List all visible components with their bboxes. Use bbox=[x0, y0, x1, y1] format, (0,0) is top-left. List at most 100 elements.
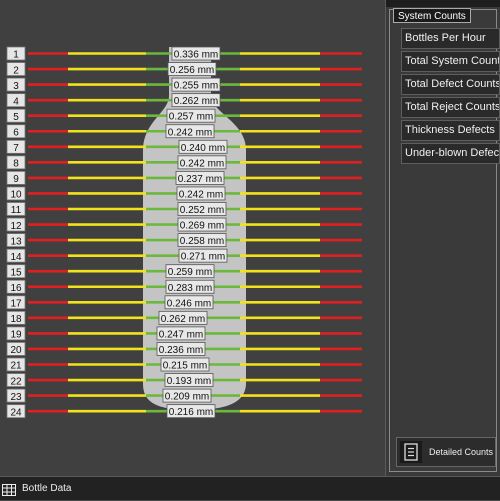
thickness-label: 0.258 mm bbox=[177, 233, 227, 247]
thickness-label: 0.242 mm bbox=[165, 124, 215, 138]
svg-text:12: 12 bbox=[10, 221, 22, 232]
bottle-thickness-diagram: 1234567891011121314151617181920212223240… bbox=[6, 46, 362, 418]
thickness-label: 0.209 mm bbox=[162, 388, 212, 403]
svg-text:0.242 mm: 0.242 mm bbox=[180, 158, 224, 169]
svg-text:0.209 mm: 0.209 mm bbox=[165, 392, 209, 403]
thickness-label: 0.259 mm bbox=[165, 264, 215, 278]
svg-text:0.269 mm: 0.269 mm bbox=[180, 221, 224, 232]
thickness-label: 0.237 mm bbox=[175, 170, 225, 185]
svg-text:4: 4 bbox=[13, 96, 19, 107]
metric-total-reject-counts[interactable]: Total Reject Counts bbox=[401, 97, 500, 118]
thickness-label: 0.242 mm bbox=[176, 186, 226, 200]
svg-text:0.215 mm: 0.215 mm bbox=[163, 361, 207, 372]
svg-text:0.258 mm: 0.258 mm bbox=[180, 236, 224, 247]
svg-text:0.271 mm: 0.271 mm bbox=[181, 252, 225, 263]
panel-header-strip bbox=[386, 0, 500, 7]
svg-text:0.252 mm: 0.252 mm bbox=[180, 205, 224, 216]
detailed-counts-label: Detailed Counts bbox=[429, 447, 494, 457]
svg-text:3: 3 bbox=[13, 81, 19, 92]
svg-text:21: 21 bbox=[10, 361, 22, 372]
thickness-label: 0.240 mm bbox=[178, 139, 228, 154]
svg-text:11: 11 bbox=[11, 205, 22, 216]
bottle-thickness-panel: 1 2 3 4 5 6 7 8 9 10 11 12 13 14 15 16 17 18 19 20 21 22 23 24 0… bbox=[0, 0, 386, 476]
svg-text:0.255 mm: 0.255 mm bbox=[174, 81, 218, 92]
row-number: 11 bbox=[6, 202, 26, 216]
svg-text:0.246 mm: 0.246 mm bbox=[167, 298, 211, 309]
row-number: 13 bbox=[6, 233, 26, 247]
row-number: 15 bbox=[6, 264, 26, 278]
row-number: 18 bbox=[6, 310, 26, 325]
row-number: 5 bbox=[6, 108, 26, 123]
svg-text:19: 19 bbox=[10, 330, 22, 341]
svg-text:0.242 mm: 0.242 mm bbox=[168, 127, 212, 138]
svg-text:16: 16 bbox=[10, 283, 22, 294]
thickness-label: 0.269 mm bbox=[177, 217, 227, 232]
svg-text:0.247 mm: 0.247 mm bbox=[159, 329, 203, 340]
svg-text:22: 22 bbox=[10, 376, 22, 387]
bottle-data-tab[interactable]: Bottle Data bbox=[22, 477, 71, 501]
bottom-tab-bar: Bottle Data bbox=[0, 476, 500, 500]
svg-text:0.193 mm: 0.193 mm bbox=[167, 376, 211, 387]
row-number: 10 bbox=[6, 186, 26, 201]
thickness-label: 0.271 mm bbox=[178, 248, 228, 263]
svg-text:6: 6 bbox=[13, 127, 19, 138]
row-number: 12 bbox=[6, 217, 26, 232]
svg-text:15: 15 bbox=[10, 267, 22, 278]
metric-total-defect-counts[interactable]: Total Defect Counts bbox=[401, 74, 500, 95]
row-number: 8 bbox=[6, 155, 26, 170]
row-number: 21 bbox=[6, 357, 26, 372]
svg-text:2: 2 bbox=[13, 65, 19, 76]
thickness-label: 0.247 mm bbox=[156, 326, 206, 340]
svg-text:0.257 mm: 0.257 mm bbox=[169, 112, 213, 123]
svg-text:0.216 mm: 0.216 mm bbox=[169, 407, 213, 418]
thickness-label: 0.242 mm bbox=[177, 155, 227, 169]
row-number: 14 bbox=[6, 248, 26, 263]
svg-text:0.237 mm: 0.237 mm bbox=[178, 174, 222, 185]
system-counts-title: System Counts bbox=[393, 8, 471, 23]
svg-text:7: 7 bbox=[13, 143, 19, 154]
metric-thickness-defects[interactable]: Thickness Defects bbox=[401, 120, 500, 141]
row-number: 6 bbox=[6, 124, 26, 138]
thickness-label: 0.283 mm bbox=[165, 279, 215, 294]
svg-text:0.336 mm: 0.336 mm bbox=[174, 50, 218, 61]
metric-under-blown-defects[interactable]: Under-blown Defects bbox=[401, 143, 500, 164]
svg-text:8: 8 bbox=[13, 159, 19, 170]
svg-text:18: 18 bbox=[10, 314, 22, 325]
row-number: 3 bbox=[6, 77, 26, 92]
svg-text:0.240 mm: 0.240 mm bbox=[181, 143, 225, 154]
svg-text:0.256 mm: 0.256 mm bbox=[170, 65, 214, 76]
list-icon bbox=[400, 441, 422, 463]
thickness-label: 0.257 mm bbox=[166, 108, 216, 123]
svg-text:0.283 mm: 0.283 mm bbox=[168, 283, 212, 294]
row-number: 16 bbox=[6, 279, 26, 294]
svg-text:17: 17 bbox=[10, 299, 22, 310]
metric-total-system-counts[interactable]: Total System Counts bbox=[401, 51, 500, 72]
grid-icon bbox=[2, 484, 16, 496]
metric-bottles-per-hour[interactable]: Bottles Per Hour bbox=[401, 28, 500, 49]
svg-text:24: 24 bbox=[10, 407, 22, 418]
row-number: 7 bbox=[6, 139, 26, 154]
svg-text:0.262 mm: 0.262 mm bbox=[161, 314, 205, 325]
thickness-label: 0.216 mm bbox=[166, 404, 216, 418]
thickness-label: 0.252 mm bbox=[177, 202, 227, 216]
thickness-label: 0.336 mm bbox=[171, 46, 221, 61]
thickness-label: 0.246 mm bbox=[164, 295, 214, 309]
row-number: 1 bbox=[6, 46, 26, 61]
row-number: 24 bbox=[6, 404, 26, 418]
thickness-label: 0.215 mm bbox=[160, 357, 210, 372]
thickness-label: 0.262 mm bbox=[171, 93, 221, 107]
thickness-label: 0.193 mm bbox=[164, 373, 214, 387]
svg-text:10: 10 bbox=[10, 190, 22, 201]
row-number: 23 bbox=[6, 388, 26, 403]
svg-text:23: 23 bbox=[10, 392, 22, 403]
row-number: 20 bbox=[6, 342, 26, 356]
svg-text:9: 9 bbox=[13, 174, 19, 185]
svg-text:13: 13 bbox=[10, 236, 22, 247]
row-number: 19 bbox=[6, 326, 26, 341]
detailed-counts-button[interactable]: Detailed Counts bbox=[396, 437, 496, 467]
thickness-label: 0.256 mm bbox=[167, 62, 217, 76]
thickness-label: 0.262 mm bbox=[158, 310, 208, 325]
svg-text:0.242 mm: 0.242 mm bbox=[179, 189, 223, 200]
row-number: 2 bbox=[6, 62, 26, 76]
thickness-label: 0.255 mm bbox=[171, 77, 221, 92]
